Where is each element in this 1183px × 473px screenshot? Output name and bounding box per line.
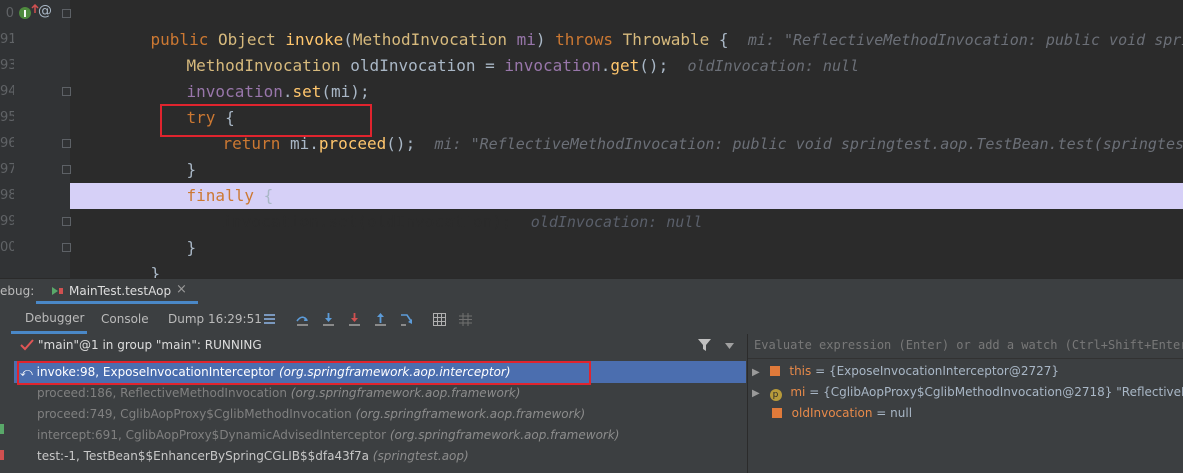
fold-icon[interactable]: [62, 217, 71, 226]
code-line: public Object invoke(MethodInvocation mi…: [112, 1, 1183, 49]
debugger-panel: "main"@1 in group "main": RUNNING ⤺ invo…: [0, 334, 1183, 473]
step-over-icon[interactable]: [296, 313, 309, 326]
trace-current-stream-icon[interactable]: [459, 313, 472, 326]
fold-icon[interactable]: [62, 87, 71, 96]
code-line: invocation.set(mi);: [186, 82, 370, 101]
debug-session-tab[interactable]: MainTest.testAop ×: [36, 279, 198, 304]
filter-icon[interactable]: [698, 339, 711, 351]
fold-icon[interactable]: [62, 139, 71, 148]
code-line: try {: [186, 108, 235, 127]
debug-tool-window-header: ebug: MainTest.testAop ×: [0, 278, 1183, 304]
code-line: }: [186, 160, 197, 179]
evaluate-input[interactable]: Evaluate expression (Enter) or add a wat…: [748, 334, 1183, 359]
fold-icon[interactable]: [62, 9, 71, 18]
stack-frame[interactable]: test:-1, TestBean$$EnhancerBySpringCGLIB…: [14, 445, 746, 467]
tab-dump[interactable]: Dump 16:29:51: [168, 304, 262, 334]
line-number: 98: [0, 188, 14, 203]
debugger-toolbar: Debugger Console Dump 16:29:51: [0, 304, 1183, 334]
step-into-icon[interactable]: [322, 313, 335, 326]
chevron-right-icon: ▶: [752, 367, 760, 378]
code-editor[interactable]: 0 91 93 94 95 96 97 98 99 00 I @ public …: [0, 0, 1183, 278]
implementing-method-icon[interactable]: I: [18, 6, 32, 20]
inline-debug-value: mi: "ReflectiveMethodInvocation: public …: [434, 135, 1183, 153]
line-number: 00: [0, 240, 14, 255]
show-execution-point-icon[interactable]: [263, 313, 276, 326]
step-out-icon[interactable]: [374, 313, 387, 326]
side-strip: [0, 424, 6, 464]
resume-icon[interactable]: [0, 424, 4, 434]
stack-frame[interactable]: proceed:186, ReflectiveMethodInvocation …: [14, 382, 746, 404]
fold-icon[interactable]: [62, 243, 71, 252]
junit-run-icon: [52, 287, 63, 295]
stack-frame[interactable]: proceed:749, CglibAopProxy$CglibMethodIn…: [14, 403, 746, 425]
frames-panel: "main"@1 in group "main": RUNNING ⤺ invo…: [0, 334, 747, 473]
chevron-down-icon[interactable]: [725, 343, 734, 349]
fold-icon[interactable]: [62, 165, 71, 174]
line-number: 96: [0, 136, 14, 151]
svg-text:I: I: [23, 9, 27, 20]
field-icon: [771, 408, 782, 418]
line-number: 94: [0, 84, 14, 99]
inline-debug-value: oldInvocation: null: [687, 57, 860, 75]
variable-row[interactable]: ▶ this = {ExposeInvocationInterceptor@27…: [752, 360, 1059, 382]
stop-icon[interactable]: [0, 450, 4, 460]
variable-row[interactable]: ▶ p mi = {CglibAopProxy$CglibMethodInvoc…: [752, 381, 1183, 403]
force-step-into-icon[interactable]: [348, 313, 361, 326]
field-icon: [769, 366, 780, 376]
variable-row[interactable]: oldInvocation = null: [752, 402, 912, 424]
editor-gutter: 0 91 93 94 95 96 97 98 99 00 I @: [0, 0, 71, 278]
checkmark-icon: [20, 339, 34, 351]
debug-label: ebug:: [0, 284, 35, 298]
parameter-icon: p: [769, 389, 782, 401]
code-line: MethodInvocation oldInvocation = invocat…: [186, 56, 860, 75]
run-to-cursor-icon[interactable]: [400, 313, 413, 326]
chevron-right-icon: ▶: [752, 388, 760, 399]
inline-debug-value: oldInvocation: null: [530, 213, 703, 231]
line-number: 0: [5, 6, 14, 21]
code-line: }: [186, 238, 197, 257]
line-number: 97: [0, 162, 14, 177]
code-line: finally {: [186, 186, 274, 205]
tab-debugger[interactable]: Debugger: [11, 304, 87, 334]
code-line: invocation.set(oldInvocation); oldInvoca…: [222, 212, 703, 231]
thread-selector[interactable]: "main"@1 in group "main": RUNNING: [38, 338, 262, 352]
line-number: 99: [0, 214, 14, 229]
code-line: }: [150, 264, 161, 278]
evaluate-expression-icon[interactable]: [433, 313, 446, 326]
close-icon[interactable]: ×: [176, 282, 187, 297]
line-number: 93: [0, 58, 14, 73]
stack-frame[interactable]: intercept:691, CglibAopProxy$DynamicAdvi…: [14, 424, 746, 446]
annotation-icon: @: [38, 3, 52, 19]
tab-console[interactable]: Console: [101, 304, 149, 334]
line-number: 95: [0, 110, 14, 125]
line-number: 91: [0, 32, 14, 47]
